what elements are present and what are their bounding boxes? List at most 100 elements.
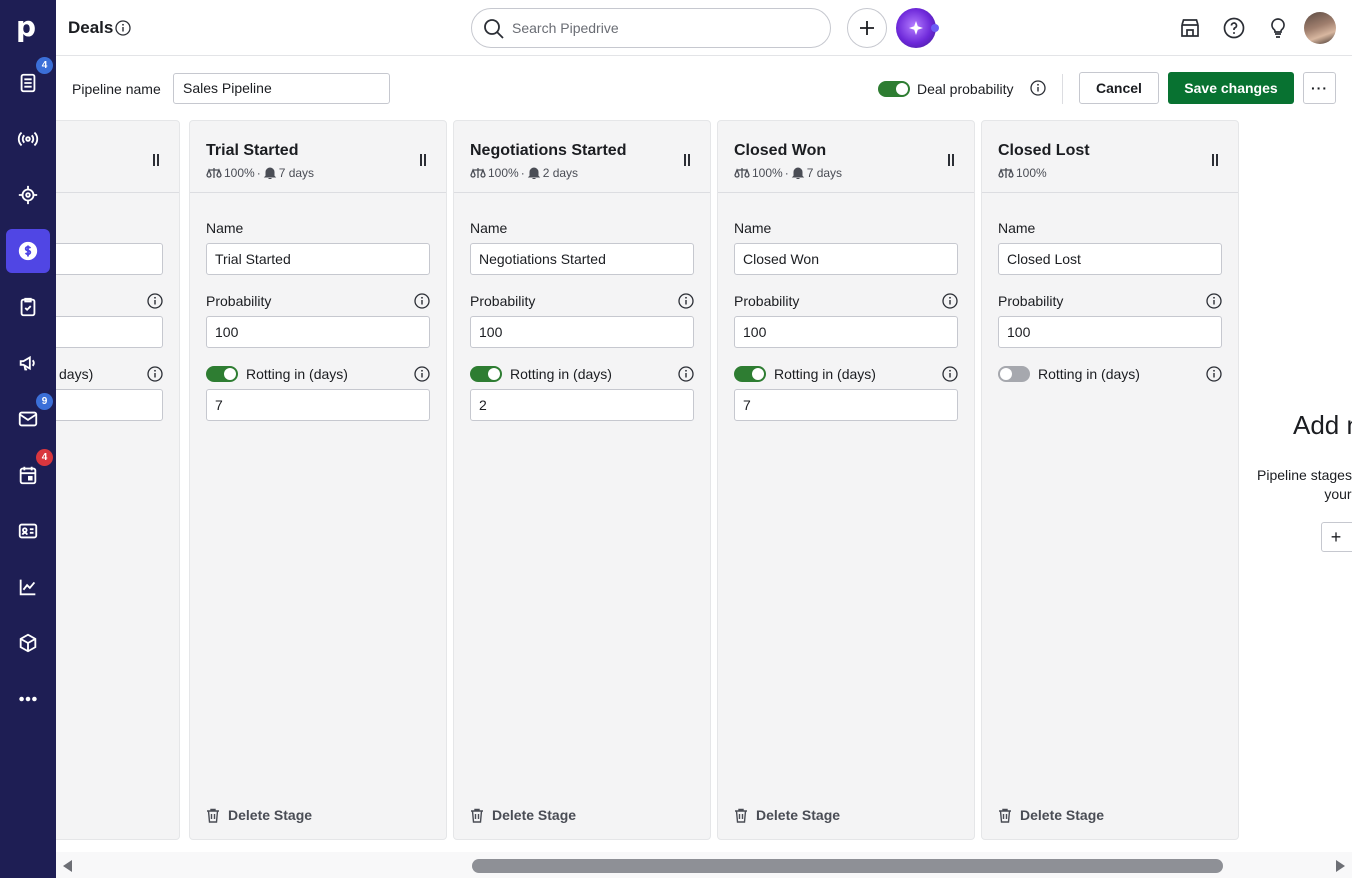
delete-stage-button[interactable]: Delete Stage	[998, 807, 1104, 823]
delete-stage-button[interactable]: Delete Stage	[470, 807, 576, 823]
drag-handle-icon[interactable]	[1212, 154, 1218, 166]
trash-icon	[207, 808, 219, 823]
top-bar: Deals Search Pipedrive	[56, 0, 1352, 56]
pipeline-board: ed d days) Trial Started 100% · 7 days N…	[56, 120, 1352, 852]
more-options-button[interactable]: ···	[1303, 72, 1336, 104]
info-icon[interactable]	[1206, 366, 1222, 382]
rotting-days-input[interactable]	[56, 389, 163, 421]
rotting-days-input[interactable]: 2	[470, 389, 694, 421]
stage-name-input[interactable]: Negotiations Started	[470, 243, 694, 275]
lightbulb-icon[interactable]	[1266, 16, 1290, 40]
stage-name-input[interactable]: d	[56, 243, 163, 275]
info-icon[interactable]	[942, 293, 958, 309]
products-icon[interactable]	[6, 621, 50, 665]
contacts-icon[interactable]	[6, 509, 50, 553]
delete-stage-button[interactable]: Delete Stage	[206, 807, 312, 823]
stage-header: Trial Started 100% · 7 days	[190, 121, 446, 193]
add-stage-button[interactable]: +	[1321, 522, 1352, 552]
info-icon[interactable]	[147, 293, 163, 309]
rotting-days-input[interactable]: 7	[734, 389, 958, 421]
deal-probability-toggle[interactable]	[878, 81, 910, 97]
insights-icon[interactable]	[6, 565, 50, 609]
stage-probability-meta: 100%	[224, 166, 255, 180]
scroll-right-arrow-icon[interactable]	[1336, 860, 1345, 872]
save-changes-button[interactable]: Save changes	[1168, 72, 1294, 104]
marketplace-icon[interactable]	[1178, 16, 1202, 40]
probability-label: Probability	[734, 293, 800, 309]
scrollbar-thumb[interactable]	[472, 859, 1223, 873]
info-icon[interactable]	[1030, 80, 1046, 96]
drag-handle-icon[interactable]	[684, 154, 690, 166]
rotting-toggle[interactable]	[998, 366, 1030, 382]
stage-name-input[interactable]: Closed Won	[734, 243, 958, 275]
info-icon[interactable]	[115, 20, 131, 36]
info-icon[interactable]	[678, 366, 694, 382]
stage-title: Trial Started	[206, 142, 299, 159]
stage-meta: 100%	[998, 166, 1047, 180]
rotting-toggle[interactable]	[734, 366, 766, 382]
delete-stage-label: Delete Stage	[492, 807, 577, 823]
info-icon[interactable]	[414, 293, 430, 309]
target-icon[interactable]	[6, 173, 50, 217]
info-icon[interactable]	[147, 366, 163, 382]
delete-stage-label: Delete Stage	[1020, 807, 1105, 823]
stage-probability-input[interactable]: 100	[998, 316, 1222, 348]
info-icon[interactable]	[1206, 293, 1222, 309]
stage-column: Trial Started 100% · 7 days Name Trial S…	[189, 120, 447, 840]
scroll-left-arrow-icon[interactable]	[63, 860, 72, 872]
stage-probability-input[interactable]: 100	[206, 316, 430, 348]
delete-stage-label: Delete Stage	[756, 807, 841, 823]
stage-probability-meta: 100%	[752, 166, 783, 180]
probability-label: Probability	[998, 293, 1064, 309]
stage-probability-input[interactable]: 100	[734, 316, 958, 348]
scale-icon	[470, 168, 486, 178]
name-label: Name	[470, 220, 508, 236]
stage-rotting-meta: 7 days	[278, 166, 315, 180]
stage-column: Negotiations Started 100% · 2 days Name …	[453, 120, 711, 840]
calendar-badge: 4	[36, 449, 53, 466]
ai-assistant-button[interactable]	[896, 8, 936, 48]
deals-dollar-icon[interactable]	[6, 229, 50, 273]
info-icon[interactable]	[678, 293, 694, 309]
stage-probability-meta: 100%	[488, 166, 519, 180]
pipeline-toolbar: Pipeline name Sales Pipeline Deal probab…	[56, 57, 1352, 120]
stage-meta: 100% · 7 days	[206, 166, 314, 180]
info-icon[interactable]	[414, 366, 430, 382]
stage-rotting-meta: 7 days	[806, 166, 843, 180]
stage-probability-input[interactable]: 100	[470, 316, 694, 348]
horizontal-scrollbar[interactable]	[56, 852, 1352, 878]
rotting-toggle[interactable]	[470, 366, 502, 382]
drag-handle-icon[interactable]	[948, 154, 954, 166]
campaigns-megaphone-icon[interactable]	[6, 341, 50, 385]
toolbar-divider	[1062, 74, 1063, 104]
quick-add-button[interactable]	[847, 8, 887, 48]
drag-handle-icon[interactable]	[153, 154, 159, 166]
add-stage-description: Pipeline stages your	[1257, 466, 1352, 504]
delete-stage-button[interactable]: Delete Stage	[734, 807, 840, 823]
rotting-label: Rotting in (days)	[246, 366, 348, 382]
more-icon[interactable]	[6, 677, 50, 721]
deal-probability-label: Deal probability	[917, 81, 1014, 97]
add-stage-text-line1: Pipeline stages	[1257, 467, 1352, 483]
scale-icon	[206, 168, 222, 178]
pipedrive-logo[interactable]: p	[16, 13, 36, 41]
help-icon[interactable]	[1222, 16, 1246, 40]
pipeline-name-input[interactable]: Sales Pipeline	[173, 73, 390, 104]
rotting-days-input[interactable]: 7	[206, 389, 430, 421]
campaigns-radio-icon[interactable]	[6, 117, 50, 161]
info-icon[interactable]	[942, 366, 958, 382]
rotting-label: days)	[59, 366, 94, 382]
user-avatar[interactable]	[1304, 12, 1336, 44]
drag-handle-icon[interactable]	[420, 154, 426, 166]
stage-header: ed	[56, 121, 179, 193]
name-label: Name	[734, 220, 772, 236]
activities-icon[interactable]	[6, 285, 50, 329]
search-placeholder: Search Pipedrive	[512, 20, 619, 36]
cancel-button[interactable]: Cancel	[1079, 72, 1159, 104]
stage-probability-input[interactable]	[56, 316, 163, 348]
rotting-toggle[interactable]	[206, 366, 238, 382]
stage-name-input[interactable]: Closed Lost	[998, 243, 1222, 275]
leads-badge: 4	[36, 57, 53, 74]
search-input[interactable]: Search Pipedrive	[471, 8, 831, 48]
stage-name-input[interactable]: Trial Started	[206, 243, 430, 275]
